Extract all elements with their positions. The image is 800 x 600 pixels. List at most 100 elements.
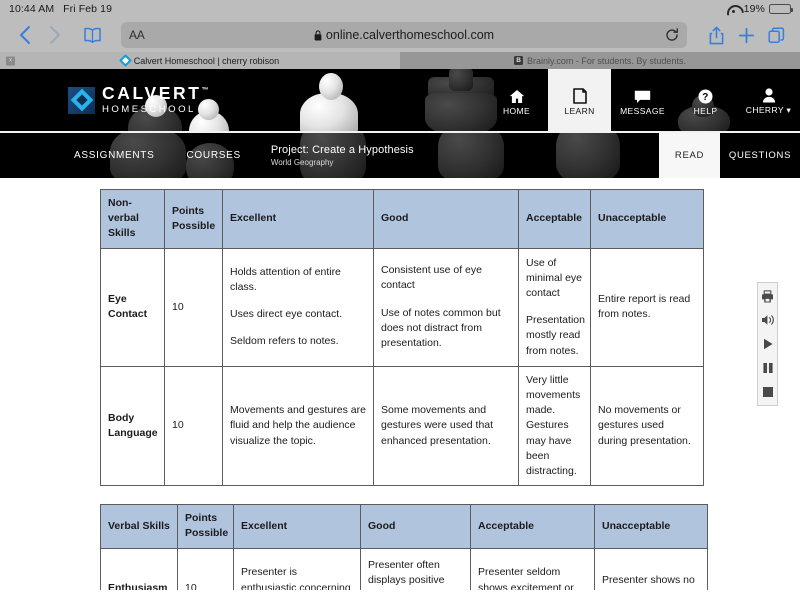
nav-item-home[interactable]: HOME bbox=[485, 69, 548, 131]
home-icon bbox=[509, 85, 525, 104]
project-title: Project: Create a Hypothesis bbox=[270, 144, 414, 156]
sub-nav-courses[interactable]: COURSES bbox=[171, 133, 257, 178]
nav-item-label: HELP bbox=[693, 105, 718, 116]
column-header-skill: Verbal Skills bbox=[100, 504, 178, 549]
trademark-symbol: ™ bbox=[201, 87, 209, 95]
cell-excellent: Holds attention of entire class. Uses dir… bbox=[222, 247, 374, 367]
column-header-unacceptable: Unacceptable bbox=[594, 504, 708, 549]
forward-button[interactable] bbox=[41, 22, 67, 48]
text-size-button[interactable]: AA bbox=[129, 28, 145, 42]
cell-acceptable: Use of minimal eye contact Presentation m… bbox=[518, 247, 591, 367]
column-header-points: Points Possible bbox=[177, 504, 234, 549]
status-bar-right: 19% bbox=[727, 3, 793, 15]
table-header-row: Verbal Skills Points Possible Excellent … bbox=[100, 504, 708, 549]
content-tabs: READ QUESTIONS bbox=[659, 133, 800, 178]
cell-excellent: Movements and gestures are fluid and hel… bbox=[222, 365, 374, 487]
site-header: CALVERT™ HOMESCHOOL HOME LEARN MESSAGE ?… bbox=[0, 69, 800, 131]
nav-item-label: LEARN bbox=[564, 105, 595, 116]
pause-icon[interactable] bbox=[761, 361, 775, 375]
share-button[interactable] bbox=[703, 22, 729, 48]
column-header-good: Good bbox=[360, 504, 471, 549]
calvert-diamond-logo-icon bbox=[68, 86, 95, 114]
status-time: 10:44 AM bbox=[9, 3, 55, 15]
lock-icon bbox=[314, 29, 322, 40]
nav-item-account[interactable]: CHERRY ▾ bbox=[737, 69, 800, 131]
column-header-unacceptable: Unacceptable bbox=[590, 189, 704, 249]
battery-icon bbox=[769, 3, 793, 15]
cell-good: Consistent use of eye contact Use of note… bbox=[373, 247, 519, 367]
nav-item-message[interactable]: MESSAGE bbox=[611, 69, 674, 131]
nonverbal-skills-table: Non-verbal Skills Points Possible Excell… bbox=[100, 189, 704, 487]
browser-tab-calvert[interactable]: x Calvert Homeschool | cherry robison bbox=[0, 52, 400, 69]
column-header-skill: Non-verbal Skills bbox=[100, 189, 165, 249]
sub-nav-assignments[interactable]: ASSIGNMENTS bbox=[58, 133, 171, 178]
column-header-excellent: Excellent bbox=[222, 189, 374, 249]
tab-questions[interactable]: QUESTIONS bbox=[720, 133, 800, 178]
table-row: Body Language 10 Movements and gestures … bbox=[100, 365, 704, 487]
nav-item-label: MESSAGE bbox=[620, 105, 665, 116]
browser-tab-title: Brainly.com - For students. By students. bbox=[527, 55, 686, 66]
browser-tab-title: Calvert Homeschool | cherry robison bbox=[133, 55, 280, 66]
media-toolbar bbox=[757, 282, 778, 406]
battery-percent-label: 19% bbox=[743, 3, 765, 15]
ios-status-bar: 10:44 AM Fri Feb 19 19% bbox=[0, 0, 800, 18]
logo-subtitle: HOMESCHOOL bbox=[102, 103, 196, 115]
column-header-acceptable: Acceptable bbox=[470, 504, 595, 549]
verbal-skills-table: Verbal Skills Points Possible Excellent … bbox=[100, 504, 708, 590]
nav-item-help[interactable]: ? HELP bbox=[674, 69, 737, 131]
nav-item-label: HOME bbox=[502, 105, 531, 116]
safari-tab-bar: x Calvert Homeschool | cherry robison B … bbox=[0, 52, 800, 69]
lesson-content-area: Non-verbal Skills Points Possible Excell… bbox=[0, 178, 800, 590]
table-row: Enthusiasm 10 Presenter is enthusiastic … bbox=[100, 547, 708, 590]
message-icon bbox=[634, 85, 651, 104]
bookmarks-button[interactable] bbox=[79, 22, 105, 48]
status-date: Fri Feb 19 bbox=[63, 3, 113, 15]
cell-good: Presenter often displays positive emotio… bbox=[360, 547, 471, 590]
project-info: Project: Create a Hypothesis World Geogr… bbox=[271, 133, 414, 178]
back-button[interactable] bbox=[11, 22, 37, 48]
cell-excellent: Presenter is enthusiastic concerning top… bbox=[233, 547, 361, 590]
column-header-excellent: Excellent bbox=[233, 504, 361, 549]
sub-nav-label: ASSIGNMENTS bbox=[74, 150, 155, 161]
cell-unacceptable: Entire report is read from notes. bbox=[590, 247, 704, 367]
calvert-favicon-icon bbox=[118, 54, 132, 67]
question-circle-icon: ? bbox=[698, 85, 713, 104]
new-tab-button[interactable] bbox=[733, 22, 759, 48]
svg-text:?: ? bbox=[702, 92, 709, 103]
tab-read[interactable]: READ bbox=[659, 133, 720, 178]
tab-label: QUESTIONS bbox=[728, 150, 792, 161]
cell-unacceptable: No movements or gestures used during pre… bbox=[590, 365, 704, 487]
wifi-icon bbox=[727, 4, 740, 14]
reload-button[interactable] bbox=[665, 28, 679, 42]
primary-nav: HOME LEARN MESSAGE ? HELP CHERRY ▾ bbox=[485, 69, 800, 131]
column-header-good: Good bbox=[373, 189, 519, 249]
nav-item-learn[interactable]: LEARN bbox=[548, 69, 611, 131]
show-tabs-button[interactable] bbox=[763, 22, 789, 48]
volume-icon[interactable] bbox=[761, 313, 775, 327]
safari-toolbar: AA online.calverthomeschool.com bbox=[0, 18, 800, 52]
cell-good: Some movements and gestures were used th… bbox=[373, 365, 519, 487]
column-header-points: Points Possible bbox=[164, 189, 223, 249]
cell-acceptable: Very little movements made. Gestures may… bbox=[518, 365, 591, 487]
cell-unacceptable: Presenter shows no interest in topic. bbox=[594, 547, 708, 590]
print-icon[interactable] bbox=[761, 289, 775, 303]
row-points: 10 bbox=[164, 365, 223, 487]
table-row: Eye Contact 10 Holds attention of entire… bbox=[100, 247, 704, 367]
url-display: online.calverthomeschool.com bbox=[121, 28, 687, 42]
row-skill-label: Body Language bbox=[100, 365, 165, 487]
tab-close-icon[interactable]: x bbox=[6, 56, 15, 65]
logo-title: CALVERT™ bbox=[102, 83, 209, 104]
calvert-logo[interactable]: CALVERT™ HOMESCHOOL bbox=[68, 85, 209, 114]
address-bar[interactable]: AA online.calverthomeschool.com bbox=[121, 22, 687, 48]
url-text: online.calverthomeschool.com bbox=[325, 28, 495, 42]
tab-label: READ bbox=[674, 150, 705, 161]
browser-tab-brainly[interactable]: B Brainly.com - For students. By student… bbox=[400, 52, 800, 69]
table-header-row: Non-verbal Skills Points Possible Excell… bbox=[100, 189, 704, 249]
row-skill-label: Eye Contact bbox=[100, 247, 165, 367]
stop-icon[interactable] bbox=[761, 385, 775, 399]
play-icon[interactable] bbox=[761, 337, 775, 351]
brainly-favicon-icon: B bbox=[514, 56, 524, 65]
row-points: 10 bbox=[177, 547, 234, 590]
status-bar-left: 10:44 AM Fri Feb 19 bbox=[9, 3, 112, 15]
project-subject: World Geography bbox=[270, 158, 334, 167]
